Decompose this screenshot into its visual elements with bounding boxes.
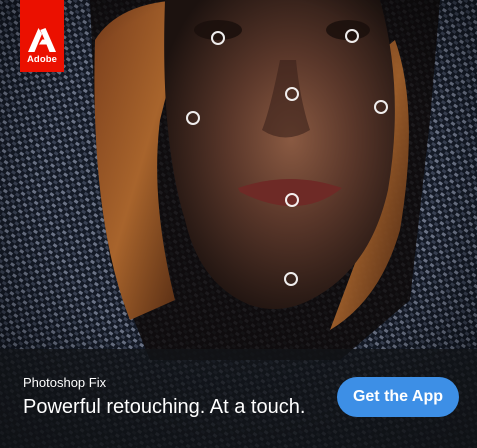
retouch-marker-right-eye[interactable]: [345, 29, 359, 43]
app-name: Photoshop Fix: [23, 375, 107, 390]
retouch-marker-left-cheek[interactable]: [186, 111, 200, 125]
photoshop-fix-ad[interactable]: Adobe Photoshop Fix Powerful retouching.…: [0, 0, 477, 448]
retouch-marker-chin[interactable]: [284, 272, 298, 286]
get-the-app-button[interactable]: Get the App: [337, 377, 459, 417]
retouch-marker-left-eye[interactable]: [211, 31, 225, 45]
tagline: Powerful retouching. At a touch.: [23, 396, 306, 418]
adobe-a-icon: [28, 28, 56, 52]
adobe-logo[interactable]: Adobe: [20, 0, 64, 72]
retouch-marker-nose-bridge[interactable]: [285, 87, 299, 101]
bottom-bar: Photoshop Fix Powerful retouching. At a …: [0, 349, 477, 448]
retouch-marker-lips[interactable]: [285, 193, 299, 207]
adobe-logo-text: Adobe: [26, 54, 58, 65]
retouch-marker-right-cheek[interactable]: [374, 100, 388, 114]
